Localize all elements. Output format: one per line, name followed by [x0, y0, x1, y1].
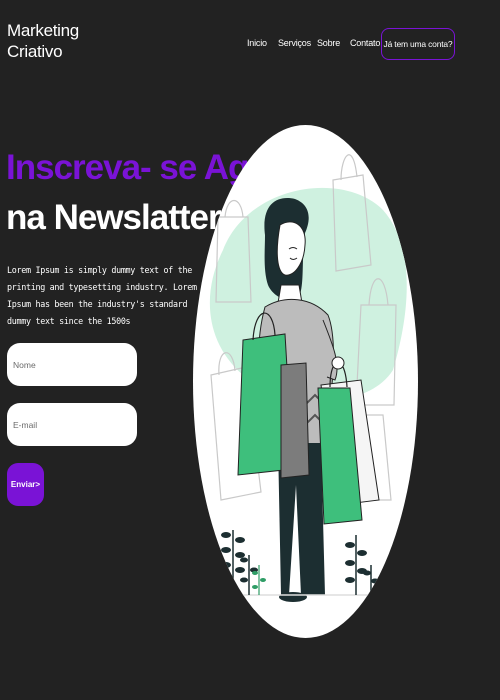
send-button[interactable]: Enviar>	[7, 463, 44, 506]
nav-link-inicio[interactable]: Inicio	[247, 38, 267, 48]
nav-link-sobre[interactable]: Sobre	[317, 38, 340, 48]
main-nav: Inicio Serviços Sobre Contato Já tem uma…	[0, 28, 500, 62]
nav-link-servicos[interactable]: Serviços	[278, 38, 311, 48]
nav-link-contato[interactable]: Contato	[350, 38, 380, 48]
hero-title-line-2: na Newslatter	[6, 198, 222, 237]
email-input[interactable]	[7, 403, 137, 446]
shopping-woman-illustration	[209, 154, 407, 602]
login-button[interactable]: Já tem uma conta?	[381, 28, 455, 60]
name-input[interactable]	[7, 343, 137, 386]
hero-description: Lorem Ipsum is simply dummy text of the …	[7, 265, 197, 326]
hero-illustration-frame	[193, 125, 418, 638]
